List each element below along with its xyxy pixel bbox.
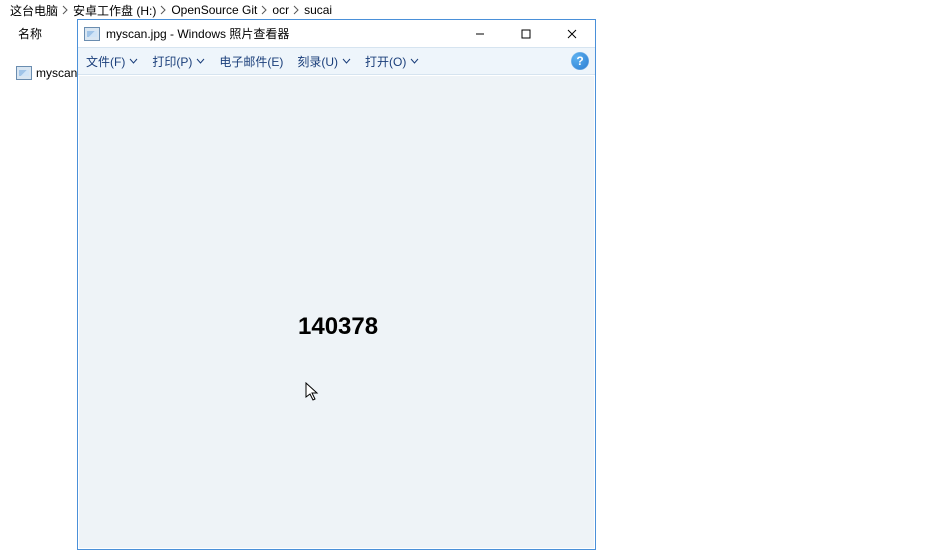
titlebar[interactable]: myscan.jpg - Windows 照片查看器 xyxy=(78,20,595,47)
chevron-down-icon xyxy=(342,57,351,66)
maximize-icon xyxy=(520,28,532,40)
window-title: myscan.jpg - Windows 照片查看器 xyxy=(106,25,457,42)
menu-file[interactable]: 文件(F) xyxy=(84,51,140,72)
breadcrumb-item[interactable]: 安卓工作盘 (H:) xyxy=(73,2,156,19)
breadcrumb-item[interactable]: ocr xyxy=(272,3,289,17)
close-icon xyxy=(566,28,578,40)
chevron-down-icon xyxy=(410,57,419,66)
image-file-icon xyxy=(16,66,32,80)
cursor-icon xyxy=(305,382,321,402)
breadcrumb-item[interactable]: OpenSource Git xyxy=(171,3,257,17)
photo-viewer-window: myscan.jpg - Windows 照片查看器 文件(F) 打印(P) xyxy=(77,19,596,550)
menu-print[interactable]: 打印(P) xyxy=(150,51,207,72)
chevron-right-icon xyxy=(261,5,268,15)
menu-open[interactable]: 打开(O) xyxy=(363,51,421,72)
breadcrumb-item[interactable]: sucai xyxy=(304,3,332,17)
chevron-right-icon xyxy=(293,5,300,15)
minimize-icon xyxy=(474,28,486,40)
help-icon: ? xyxy=(576,54,583,68)
image-content-text: 140378 xyxy=(298,313,378,341)
image-canvas[interactable]: 140378 xyxy=(79,76,594,548)
menu-print-label: 打印(P) xyxy=(152,53,192,70)
menu-email-label: 电子邮件(E) xyxy=(219,53,283,70)
menubar: 文件(F) 打印(P) 电子邮件(E) 刻录(U) 打开(O) xyxy=(78,47,595,75)
maximize-button[interactable] xyxy=(503,20,549,47)
menu-open-label: 打开(O) xyxy=(365,53,406,70)
window-controls xyxy=(457,20,595,47)
chevron-down-icon xyxy=(129,57,138,66)
menu-burn-label: 刻录(U) xyxy=(297,53,338,70)
menu-file-label: 文件(F) xyxy=(86,53,125,70)
photo-viewer-app-icon xyxy=(84,27,100,41)
chevron-down-icon xyxy=(196,57,205,66)
breadcrumb-item[interactable]: 这台电脑 xyxy=(10,2,58,19)
breadcrumb: 这台电脑 安卓工作盘 (H:) OpenSource Git ocr sucai xyxy=(0,0,951,20)
chevron-right-icon xyxy=(160,5,167,15)
help-button[interactable]: ? xyxy=(571,52,589,70)
menu-burn[interactable]: 刻录(U) xyxy=(295,51,353,72)
minimize-button[interactable] xyxy=(457,20,503,47)
column-header-name[interactable]: 名称 xyxy=(0,20,80,46)
column-header-label: 名称 xyxy=(18,25,42,42)
menu-email[interactable]: 电子邮件(E) xyxy=(217,51,285,72)
chevron-right-icon xyxy=(62,5,69,15)
close-button[interactable] xyxy=(549,20,595,47)
